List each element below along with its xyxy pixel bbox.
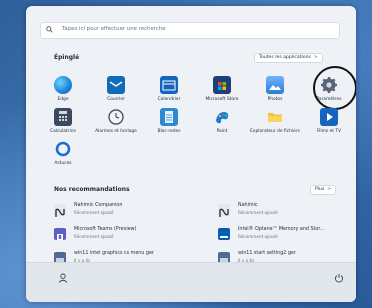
app-label: Microsoft Store: [205, 97, 239, 102]
pinned-app-alarms[interactable]: Alarmes et horloge: [91, 108, 141, 134]
store-icon: [213, 76, 231, 94]
app-label: Courrier: [107, 97, 125, 102]
search-placeholder: Tapez ici pour effectuer une recherche: [62, 26, 166, 32]
app-label: Explorateur de fichiers: [250, 129, 300, 134]
app-label: Edge: [57, 97, 69, 102]
recommendation-sub: Récemment ajouté: [238, 234, 278, 239]
recommendation-name: Intel® Optane™ Memory and Stor...: [238, 227, 325, 232]
user-icon[interactable]: [58, 273, 68, 283]
more-label: Plus: [315, 187, 325, 192]
folder-icon: [266, 108, 284, 126]
start-menu: Tapez ici pour effectuer une recherche É…: [26, 6, 356, 302]
settings-highlight-circle: [313, 66, 356, 110]
app-label: Astuces: [54, 161, 72, 166]
photos-icon: [266, 76, 284, 94]
power-icon[interactable]: [334, 273, 344, 283]
recommendation-name: Nahimic Companion: [74, 203, 123, 208]
app-label: Bloc-notes: [157, 129, 181, 134]
recommendation-name: Microsoft Teams (Preview): [74, 227, 137, 232]
pinned-app-tips[interactable]: Astuces: [38, 140, 88, 166]
recommendation-item[interactable]: Nahimic Companion Récemment ajouté: [54, 202, 204, 218]
recommendation-name: win11 intel graphics cs menu ger: [74, 251, 154, 256]
pinned-app-paint[interactable]: Paint: [197, 108, 247, 134]
all-apps-label: Toutes les applications: [259, 55, 311, 60]
calculator-icon: [54, 108, 72, 126]
calendar-icon: [160, 76, 178, 94]
all-apps-button[interactable]: Toutes les applications >: [254, 53, 323, 63]
recommendation-name: win11 start setting2 ger: [238, 251, 296, 256]
nahimic-icon: [54, 204, 66, 217]
pinned-app-films-tv[interactable]: Films et TV: [304, 108, 354, 134]
pinned-title: Épinglé: [54, 54, 80, 61]
app-label: Calculatrice: [50, 129, 76, 134]
chevron-right-icon: >: [327, 187, 332, 192]
mail-icon: [107, 76, 125, 94]
app-label: Alarmes et horloge: [95, 129, 137, 134]
recommendation-item[interactable]: Nahimic Récemment ajouté: [218, 202, 356, 218]
app-label: Photos: [267, 97, 283, 102]
notepad-icon: [160, 108, 178, 126]
film-icon: [320, 108, 338, 126]
chevron-right-icon: >: [313, 55, 318, 60]
paint-icon: [213, 108, 231, 126]
pinned-app-mail[interactable]: Courrier: [91, 76, 141, 102]
app-label: Paint: [216, 129, 228, 134]
pinned-app-notepad[interactable]: Bloc-notes: [144, 108, 194, 134]
app-label: Films et TV: [316, 129, 342, 134]
recommendation-item[interactable]: Intel® Optane™ Memory and Stor... Récemm…: [218, 226, 356, 242]
recommendation-item[interactable]: Microsoft Teams (Preview) Récemment ajou…: [54, 226, 204, 242]
recommended-title: Nos recommandations: [54, 186, 130, 193]
tips-icon: [54, 140, 72, 158]
nahimic-icon: [218, 204, 230, 217]
pinned-app-calculator[interactable]: Calculatrice: [38, 108, 88, 134]
search-icon: [46, 26, 53, 33]
more-button[interactable]: Plus >: [310, 185, 337, 195]
pinned-app-store[interactable]: Microsoft Store: [197, 76, 247, 102]
app-label: Calendrier: [157, 97, 181, 102]
edge-icon: [54, 76, 72, 94]
pinned-app-photos[interactable]: Photos: [250, 76, 300, 102]
pinned-app-calendar[interactable]: Calendrier: [144, 76, 194, 102]
clock-icon: [107, 108, 125, 126]
recommendation-sub: Récemment ajouté: [74, 210, 114, 215]
recommendation-name: Nahimic: [238, 203, 258, 208]
search-input[interactable]: Tapez ici pour effectuer une recherche: [40, 22, 340, 39]
recommendation-sub: Récemment ajouté: [74, 234, 114, 239]
teams-icon: [54, 228, 66, 240]
pinned-app-file-explorer[interactable]: Explorateur de fichiers: [250, 108, 300, 134]
recommendation-sub: Récemment ajouté: [238, 210, 278, 215]
intel-icon: [218, 228, 230, 240]
pinned-app-edge[interactable]: Edge: [38, 76, 88, 102]
start-footer: [26, 262, 356, 302]
